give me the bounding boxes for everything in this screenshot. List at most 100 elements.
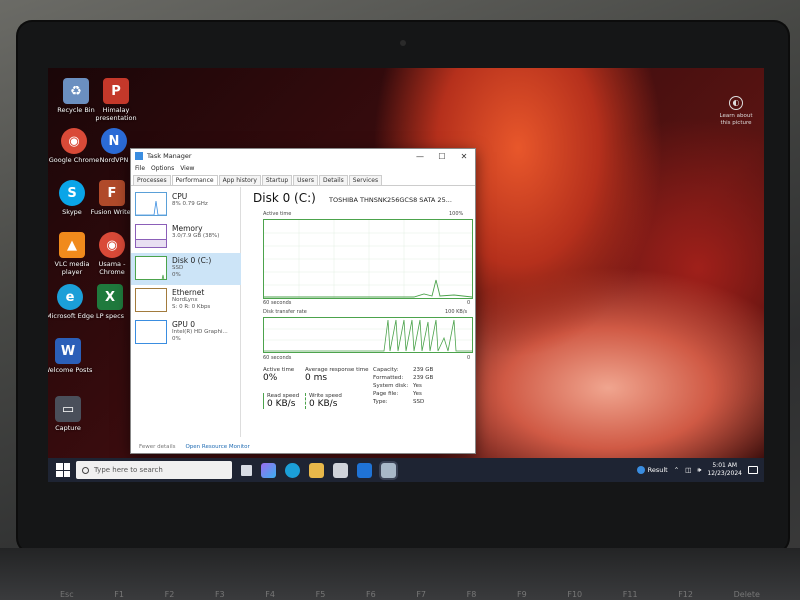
store-icon[interactable] [333, 462, 348, 478]
property-type-value: SSD [413, 399, 425, 405]
outlook-icon[interactable] [357, 462, 372, 478]
open-resource-monitor-link[interactable]: Open Resource Monitor [185, 444, 249, 450]
desktop-icon-lp-specs[interactable]: X LP specs [84, 284, 136, 320]
start-button[interactable] [56, 463, 70, 477]
property-page-file-value: Yes [413, 391, 422, 397]
active-time-graph [263, 219, 473, 299]
taskbar: Type here to search Result ⌃ ◫ 🕪 5:01 AM… [48, 458, 764, 482]
camera-icon: ◐ [729, 96, 743, 110]
property-formatted-value: 239 GB [413, 375, 434, 381]
tab-startup[interactable]: Startup [261, 175, 293, 185]
tab-processes[interactable]: Processes [133, 175, 171, 185]
tab-details[interactable]: Details [318, 175, 348, 185]
chevron-up-icon[interactable]: ⌃ [674, 466, 679, 474]
stat-avg-response: Average response time 0 ms [305, 367, 369, 383]
function-keys: Esc F1 F2 F3 F4 F5 F6 F7 F8 F9 F10 F11 F12 Delete [60, 590, 760, 599]
powerpoint-icon: P [103, 78, 129, 104]
property-system-disk-value: Yes [413, 383, 422, 389]
menu-bar: File Options View [131, 163, 475, 174]
edge-icon: e [57, 284, 83, 310]
transfer-graph-duration: 60 seconds [263, 355, 292, 361]
edge-icon[interactable] [285, 462, 300, 478]
detail-title: Disk 0 (C:) [253, 191, 316, 205]
resource-ethernet[interactable]: Ethernet NordLynx S: 0 R: 0 Kbps [131, 285, 241, 317]
task-view-icon[interactable] [241, 464, 252, 476]
weather-icon [636, 466, 645, 474]
active-time-graph-max: 100% [449, 211, 464, 217]
learn-about-picture[interactable]: ◐ Learn about this picture [716, 96, 756, 127]
document-icon: F [99, 180, 125, 206]
disk-detail-pane: Disk 0 (C:) TOSHIBA THNSNK256GCS8 SATA 2… [249, 187, 473, 437]
window-footer: Fewer details Open Resource Monitor [131, 441, 475, 453]
task-manager-window: Task Manager — ☐ ✕ File Options View Pro… [130, 148, 476, 454]
desktop-icon-presentation[interactable]: P Himalay presentation [90, 78, 142, 122]
transfer-rate-graph [263, 317, 473, 353]
stat-write-speed: Write speed 0 KB/s [305, 393, 342, 409]
transfer-graph-min: 0 [467, 355, 471, 361]
property-formatted: Formatted: [373, 375, 404, 381]
resource-cpu[interactable]: CPU 8% 0.79 GHz [131, 189, 241, 221]
capture-icon: ▭ [55, 396, 81, 422]
tab-performance[interactable]: Performance [171, 175, 218, 185]
taskbar-search[interactable]: Type here to search [76, 461, 232, 479]
excel-icon: X [97, 284, 123, 310]
active-time-graph-svg [264, 220, 473, 298]
gpu-thumbnail [135, 320, 167, 344]
resource-gpu[interactable]: GPU 0 Intel(R) HD Graphi... 0% [131, 317, 241, 349]
desktop-icon-capture[interactable]: ▭ Capture [48, 396, 94, 432]
active-time-graph-min: 0 [467, 300, 471, 306]
title-bar[interactable]: Task Manager — ☐ ✕ [131, 149, 475, 163]
disk-model: TOSHIBA THNSNK256GCS8 SATA 25... [329, 196, 452, 204]
system-tray: Result ⌃ ◫ 🕪 5:01 AM 12/23/2024 [636, 458, 758, 482]
minimize-button[interactable]: — [409, 152, 431, 161]
search-placeholder: Type here to search [94, 466, 163, 474]
resource-disk[interactable]: Disk 0 (C:) SSD 0% [131, 253, 241, 285]
stat-active-time: Active time 0% [263, 367, 295, 383]
active-time-graph-label: Active time [263, 211, 292, 217]
menu-options[interactable]: Options [151, 165, 174, 172]
property-capacity-value: 239 GB [413, 367, 434, 373]
cpu-thumbnail [135, 192, 167, 216]
resource-memory[interactable]: Memory 3.0/7.9 GB (38%) [131, 221, 241, 253]
clock[interactable]: 5:01 AM 12/23/2024 [707, 462, 742, 478]
word-icon: W [55, 338, 81, 364]
close-button[interactable]: ✕ [453, 152, 475, 161]
copilot-icon[interactable] [261, 462, 276, 478]
chrome-icon: ◉ [99, 232, 125, 258]
memory-thumbnail [135, 224, 167, 248]
property-capacity: Capacity: [373, 367, 399, 373]
fewer-details-link[interactable]: Fewer details [139, 444, 175, 450]
network-icon[interactable]: ◫ [685, 466, 691, 474]
disk-thumbnail [135, 256, 167, 280]
skype-icon: S [59, 180, 85, 206]
transfer-rate-graph-svg [264, 319, 472, 352]
tab-users[interactable]: Users [293, 175, 318, 185]
window-title: Task Manager [147, 152, 192, 160]
tab-app-history[interactable]: App history [218, 175, 261, 185]
nordvpn-icon: N [101, 128, 127, 154]
webcam [400, 40, 406, 46]
property-system-disk: System disk: [373, 383, 409, 389]
vlc-icon: ▲ [59, 232, 85, 258]
transfer-graph-max: 100 KB/s [445, 309, 468, 315]
menu-view[interactable]: View [180, 165, 194, 172]
property-page-file: Page file: [373, 391, 399, 397]
transfer-graph-label: Disk transfer rate [263, 309, 307, 315]
ethernet-thumbnail [135, 288, 167, 312]
search-icon [82, 466, 89, 474]
menu-file[interactable]: File [135, 165, 145, 172]
property-type: Type: [373, 399, 388, 405]
recycle-bin-icon: ♻ [63, 78, 89, 104]
tab-services[interactable]: Services [348, 175, 383, 185]
speaker-icon[interactable]: 🕪 [697, 466, 701, 475]
notification-icon[interactable] [748, 466, 758, 474]
chrome-icon: ◉ [61, 128, 87, 154]
maximize-button[interactable]: ☐ [431, 152, 453, 161]
file-explorer-icon[interactable] [309, 462, 324, 478]
resource-list: CPU 8% 0.79 GHz Memory 3.0/7.9 GB (38%) [131, 187, 241, 437]
stat-read-speed: Read speed 0 KB/s [263, 393, 299, 409]
desktop-icon-welcome-posts[interactable]: W Welcome Posts [48, 338, 94, 374]
desktop-screen: ♻ Recycle Bin P Himalay presentation ◉ G… [48, 68, 764, 482]
weather-widget[interactable]: Result [636, 466, 668, 474]
task-manager-taskbar-icon[interactable] [381, 462, 396, 478]
